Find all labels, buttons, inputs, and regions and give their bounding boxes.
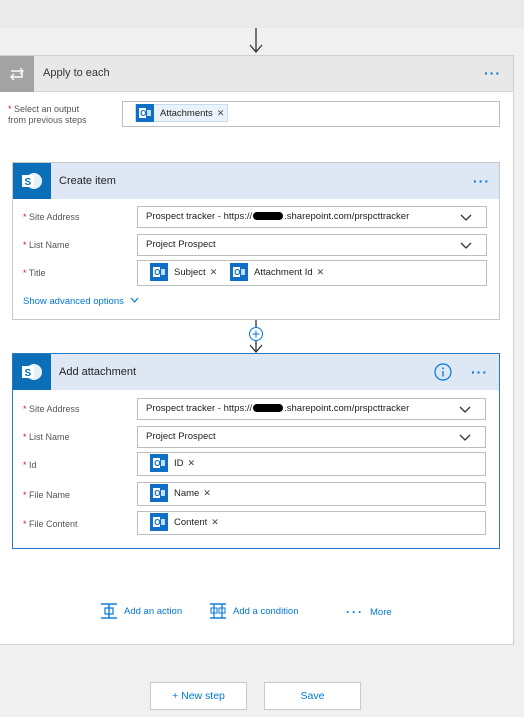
id-label: * Id [23,460,37,470]
svg-text:O: O [140,109,146,118]
apply-to-each-header[interactable]: Apply to each ··· [0,56,513,92]
site-address-value: Prospect tracker - https://.sharepoint.c… [146,403,410,414]
svg-text:O: O [154,489,160,498]
remove-token-icon[interactable]: ✕ [211,517,222,528]
add-action-icon [101,603,117,619]
remove-token-icon[interactable]: ✕ [317,267,328,278]
apply-to-each-more-icon[interactable]: ··· [484,66,501,80]
list-name-value: Project Prospect [146,239,216,250]
select-output-label: * Select an output from previous steps [8,104,87,125]
canvas-top-strip [0,0,524,28]
outlook-icon: O [150,513,168,531]
svg-text:S: S [25,368,32,379]
id-token[interactable]: O ID ✕ [150,454,199,472]
more-link[interactable]: ··· More [346,605,392,619]
svg-text:S: S [25,177,32,188]
new-step-button[interactable]: + New step [150,682,247,710]
title-label: * Title [23,268,46,278]
chevron-down-icon[interactable] [460,241,472,251]
add-attachment-card: S Add attachment ··· * Site Address Pros… [12,353,500,549]
list-name-label: * List Name [23,240,70,250]
create-item-title: Create item [59,175,116,187]
create-item-header[interactable]: S Create item ··· [13,163,499,199]
outlook-icon: O [230,263,248,281]
site-address-label: * Site Address [23,212,80,222]
site-address-label: * Site Address [23,404,80,414]
list-name-label: * List Name [23,432,70,442]
svg-text:O: O [154,268,160,277]
add-attachment-header[interactable]: S Add attachment ··· [13,354,499,390]
file-name-label: * File Name [23,490,71,500]
file-name-input[interactable]: O Name ✕ [137,482,486,506]
id-input[interactable]: O ID ✕ [137,452,486,476]
attachment-id-token[interactable]: O Attachment Id ✕ [230,263,328,281]
info-icon[interactable] [434,363,452,381]
select-output-input[interactable]: O Attachments ✕ [122,101,500,127]
site-address-select[interactable]: Prospect tracker - https://.sharepoint.c… [137,206,487,228]
more-dots-icon: ··· [346,605,364,619]
svg-text:O: O [154,459,160,468]
chevron-down-icon[interactable] [459,433,471,443]
outlook-icon: O [150,484,168,502]
add-condition-link[interactable]: Add a condition [209,603,299,619]
loop-icon [0,56,34,92]
chevron-down-icon[interactable] [460,213,472,223]
file-content-input[interactable]: O Content ✕ [137,511,486,535]
add-attachment-more-icon[interactable]: ··· [471,365,488,379]
insert-step-icon[interactable] [248,320,264,354]
title-input[interactable]: O Subject ✕ O Attachment Id ✕ [137,260,487,286]
remove-token-icon[interactable]: ✕ [188,458,199,469]
flow-arrow-icon [249,28,263,53]
subject-token[interactable]: O Subject ✕ [150,263,221,281]
svg-text:O: O [154,518,160,527]
show-advanced-options-link[interactable]: Show advanced options [23,296,139,307]
attachments-token[interactable]: O Attachments ✕ [135,104,229,122]
chevron-down-icon [130,297,138,303]
content-token[interactable]: O Content ✕ [150,513,222,531]
name-token[interactable]: O Name ✕ [150,484,214,502]
sharepoint-icon: S [13,163,51,199]
create-item-more-icon[interactable]: ··· [473,174,490,188]
add-attachment-title: Add attachment [59,366,137,378]
site-address-value: Prospect tracker - https://.sharepoint.c… [146,211,410,222]
create-item-card: S Create item ··· * Site Address Prospec… [12,162,500,320]
apply-to-each-title: Apply to each [43,67,110,79]
remove-token-icon[interactable]: ✕ [203,488,214,499]
list-name-select[interactable]: Project Prospect [137,426,486,448]
add-action-link[interactable]: Add an action [100,603,182,619]
list-name-value: Project Prospect [146,431,216,442]
svg-text:O: O [234,268,240,277]
list-name-select[interactable]: Project Prospect [137,234,487,256]
outlook-icon: O [150,454,168,472]
save-button[interactable]: Save [264,682,361,710]
outlook-icon: O [136,104,154,122]
remove-token-icon[interactable]: ✕ [217,108,228,119]
remove-token-icon[interactable]: ✕ [210,267,221,278]
chevron-down-icon[interactable] [459,405,471,415]
site-address-select[interactable]: Prospect tracker - https://.sharepoint.c… [137,398,486,420]
file-content-label: * File Content [23,519,78,529]
add-condition-icon [210,603,226,619]
sharepoint-icon: S [13,354,51,390]
outlook-icon: O [150,263,168,281]
